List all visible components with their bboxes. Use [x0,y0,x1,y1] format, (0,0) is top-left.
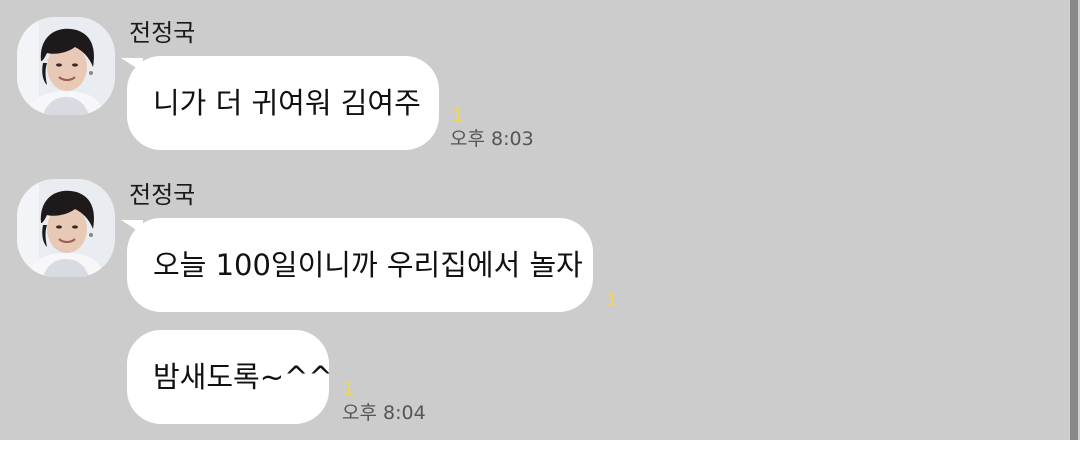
message-bubble[interactable]: 오늘 100일이니까 우리집에서 놀자 [127,218,593,312]
message-bubble[interactable]: 밤새도록~^^ [127,330,333,424]
unread-count: 1 [343,379,355,400]
unread-count: 1 [452,105,464,126]
sender-name: 전정국 [129,19,196,47]
profile-avatar[interactable] [17,17,115,115]
profile-photo [17,179,115,277]
scrollbar-track[interactable] [1069,0,1080,440]
scrollbar-thumb[interactable] [1070,0,1078,440]
chat-area[interactable]: 전정국 니가 더 귀여워 김여주 1 오후 8:03 전정국 오늘 100일이니… [0,0,1080,440]
profile-avatar[interactable] [17,179,115,277]
sender-name: 전정국 [129,181,196,209]
unread-count: 1 [606,290,618,311]
profile-photo [17,17,115,115]
message-time: 오후 8:03 [450,128,534,150]
message-time: 오후 8:04 [342,402,426,424]
message-bubble[interactable]: 니가 더 귀여워 김여주 [127,56,439,150]
